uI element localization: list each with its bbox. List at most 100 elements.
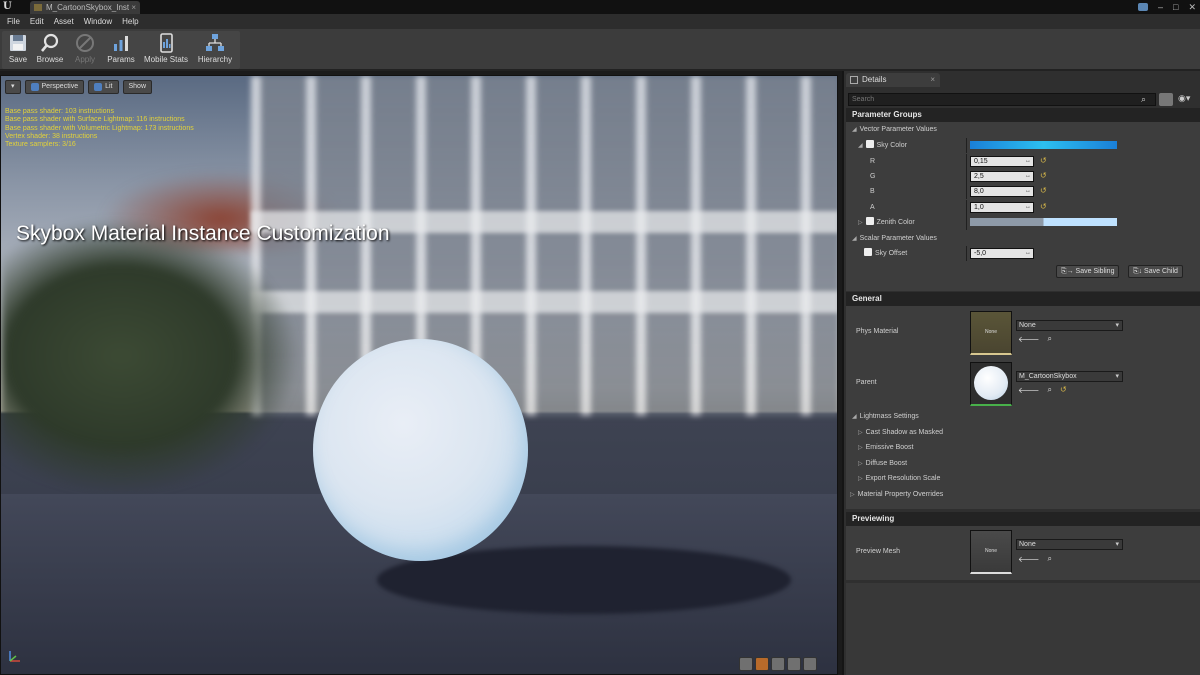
- reset-arrow-icon[interactable]: ↺: [1040, 156, 1047, 165]
- menu-edit[interactable]: Edit: [25, 14, 49, 29]
- reset-arrow-icon[interactable]: ↺: [1040, 186, 1047, 195]
- parent-combo[interactable]: M_CartoonSkybox: [1016, 371, 1123, 382]
- emissive-boost-row[interactable]: ▷ Emissive Boost: [846, 440, 1200, 455]
- show-button[interactable]: Show: [122, 80, 153, 94]
- params-button[interactable]: Params: [105, 29, 137, 67]
- browse-search-icon[interactable]: ⌕: [1047, 334, 1051, 344]
- zenith-color-row[interactable]: ▷ Zenith Color: [846, 215, 1200, 230]
- zenith-color-checkbox[interactable]: [865, 217, 874, 226]
- zenith-color-swatch[interactable]: [970, 218, 1117, 226]
- eye-icon[interactable]: ◉▾: [1178, 93, 1190, 104]
- sky-color-swatch[interactable]: [970, 141, 1117, 149]
- r-row: R 0,15 ↺: [846, 154, 1200, 169]
- close-icon[interactable]: ×: [930, 73, 935, 87]
- help-icon[interactable]: [1138, 3, 1148, 11]
- parameter-groups-header[interactable]: Parameter Groups: [846, 108, 1200, 122]
- preview-viewport[interactable]: ▾ Perspective Lit Show Base pass shader:…: [0, 75, 838, 675]
- parent-sphere-preview: [974, 366, 1008, 400]
- preview-mesh-combo[interactable]: None: [1016, 539, 1123, 550]
- maximize-button[interactable]: □: [1173, 2, 1178, 12]
- details-tab[interactable]: Details ×: [846, 73, 940, 87]
- minimize-button[interactable]: –: [1158, 2, 1163, 12]
- use-selected-arrow-icon[interactable]: 🡐: [1018, 554, 1039, 564]
- close-window-button[interactable]: ✕: [1188, 2, 1196, 13]
- reset-arrow-icon[interactable]: ↺: [1040, 171, 1047, 180]
- vector-params-row[interactable]: ◢ Vector Parameter Values: [846, 122, 1200, 137]
- stat-line: Vertex shader: 38 instructions: [5, 132, 98, 140]
- b-row: B 8,0 ↺: [846, 184, 1200, 199]
- params-icon: [114, 36, 128, 51]
- window-controls: – □ ✕: [1138, 0, 1196, 14]
- save-child-button[interactable]: ⎘↓ Save Child: [1128, 265, 1183, 278]
- apply-icon: [76, 34, 94, 52]
- menu-window[interactable]: Window: [79, 14, 117, 29]
- cast-shadow-row[interactable]: ▷ Cast Shadow as Masked: [846, 425, 1200, 440]
- previewing-header[interactable]: Previewing: [846, 512, 1200, 526]
- general-header[interactable]: General: [846, 292, 1200, 306]
- reset-arrow-icon[interactable]: ↺: [1040, 202, 1047, 211]
- menu-help[interactable]: Help: [117, 14, 143, 29]
- menu-file[interactable]: File: [2, 14, 25, 29]
- b-value-field[interactable]: 8,0: [970, 186, 1034, 197]
- expand-arrow-icon: ▷: [850, 492, 855, 498]
- sky-color-checkbox[interactable]: [865, 140, 874, 149]
- view-options-icon[interactable]: [1159, 93, 1173, 106]
- save-button[interactable]: Save: [4, 29, 32, 67]
- save-sibling-icon: ⎘→: [1061, 268, 1076, 275]
- hierarchy-button[interactable]: Hierarchy: [195, 29, 235, 67]
- expand-arrow-icon: ▷: [858, 430, 863, 436]
- close-icon[interactable]: ×: [131, 1, 136, 14]
- column-divider: [966, 246, 967, 261]
- sky-color-row[interactable]: ◢ Sky Color: [846, 138, 1200, 153]
- asset-tab[interactable]: M_CartoonSkybox_Inst ×: [30, 1, 140, 14]
- use-selected-arrow-icon[interactable]: 🡐: [1018, 334, 1039, 344]
- phys-material-combo[interactable]: None: [1016, 320, 1123, 331]
- preview-mesh-thumbnail[interactable]: None: [970, 530, 1012, 574]
- title-bar: U M_CartoonSkybox_Inst × – □ ✕: [0, 0, 1200, 14]
- perspective-icon: [30, 83, 39, 91]
- collapse-arrow-icon: ◢: [852, 236, 857, 242]
- details-icon: [850, 76, 858, 84]
- browse-button[interactable]: Browse: [35, 29, 65, 67]
- save-icon: [10, 35, 26, 51]
- stat-line: Base pass shader with Volumetric Lightma…: [5, 124, 194, 132]
- sky-offset-checkbox[interactable]: [864, 248, 872, 257]
- save-sibling-button[interactable]: ⎘→ Save Sibling: [1056, 265, 1120, 278]
- apply-button[interactable]: Apply: [70, 29, 100, 67]
- use-selected-arrow-icon[interactable]: 🡐: [1018, 385, 1039, 395]
- sphere-icon[interactable]: [755, 657, 769, 671]
- sky-offset-field[interactable]: -5,0: [970, 248, 1034, 259]
- teapot-icon[interactable]: [803, 657, 817, 671]
- background-trees: [1, 216, 301, 496]
- cube-icon[interactable]: [787, 657, 801, 671]
- material-overrides-row[interactable]: ▷ Material Property Overrides: [846, 487, 1200, 502]
- stat-line: Texture samplers: 3/16: [5, 141, 76, 149]
- a-value-field[interactable]: 1,0: [970, 202, 1034, 213]
- phys-material-thumbnail[interactable]: None: [970, 311, 1012, 355]
- scalar-params-row[interactable]: ◢ Scalar Parameter Values: [846, 231, 1200, 246]
- lit-button[interactable]: Lit: [88, 80, 119, 94]
- column-divider: [966, 200, 967, 215]
- g-value-field[interactable]: 2,5: [970, 171, 1034, 182]
- plane-icon[interactable]: [771, 657, 785, 671]
- perspective-button[interactable]: Perspective: [24, 80, 85, 94]
- parent-thumbnail[interactable]: [970, 362, 1012, 406]
- lightmass-settings-row[interactable]: ◢ Lightmass Settings: [846, 409, 1200, 424]
- column-divider: [966, 169, 967, 184]
- background-building: [251, 76, 837, 416]
- mobile-stats-button[interactable]: Mobile Stats: [142, 29, 190, 67]
- viewport-options-button[interactable]: ▾: [5, 80, 21, 94]
- collapse-arrow-icon: ◢: [858, 143, 863, 149]
- diffuse-boost-row[interactable]: ▷ Diffuse Boost: [846, 456, 1200, 471]
- browse-search-icon[interactable]: ⌕: [1047, 385, 1051, 395]
- r-value-field[interactable]: 0,15: [970, 156, 1034, 167]
- parent-actions: 🡐 ⌕ ↺: [1018, 385, 1067, 395]
- search-input[interactable]: Search: [848, 93, 1156, 106]
- cylinder-icon[interactable]: [739, 657, 753, 671]
- overlay-title: Skybox Material Instance Customization: [16, 222, 390, 245]
- export-resolution-row[interactable]: ▷ Export Resolution Scale: [846, 471, 1200, 486]
- reset-arrow-icon[interactable]: ↺: [1060, 385, 1067, 395]
- menu-asset[interactable]: Asset: [49, 14, 79, 29]
- collapse-arrow-icon: ◢: [852, 414, 857, 420]
- browse-search-icon[interactable]: ⌕: [1047, 554, 1051, 564]
